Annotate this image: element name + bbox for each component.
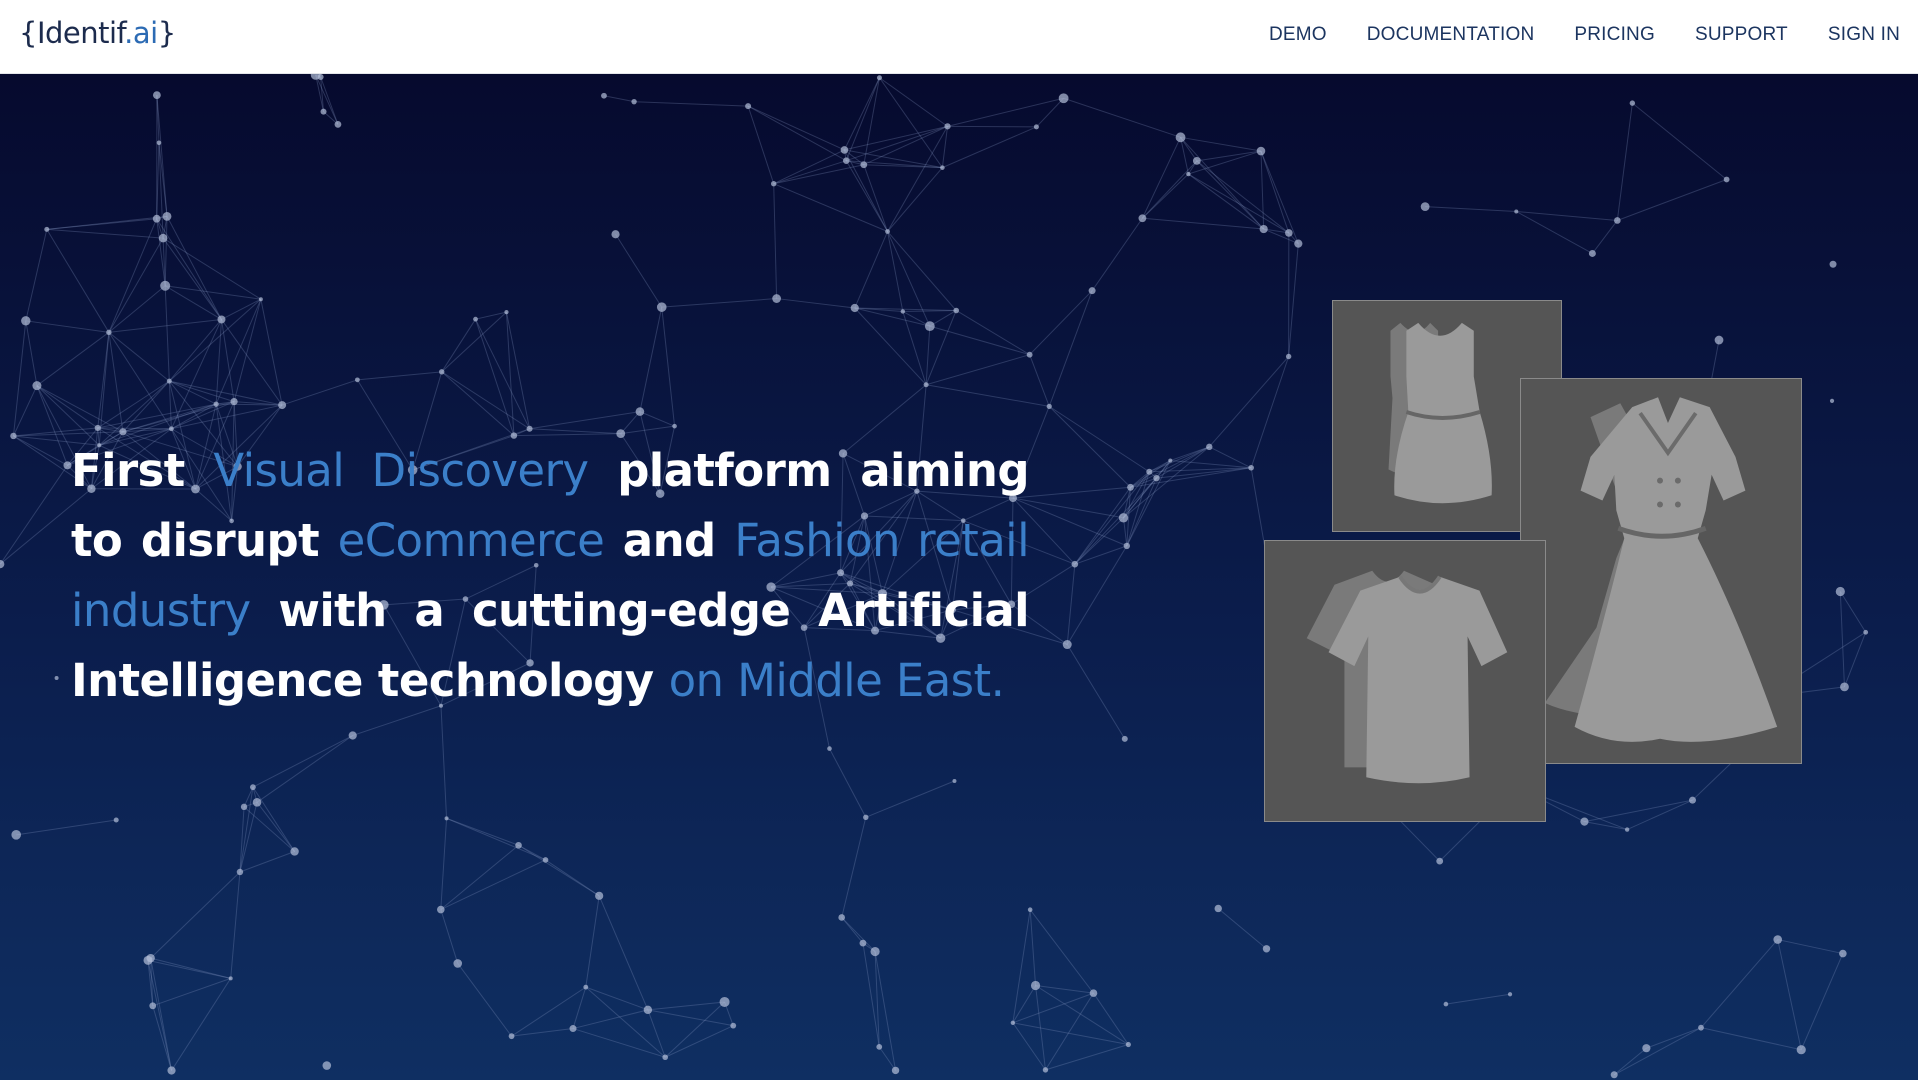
nav-pricing[interactable]: PRICING bbox=[1574, 24, 1655, 46]
brand-logo-part2: .ai bbox=[124, 16, 158, 50]
tagline-text: and bbox=[604, 514, 735, 567]
tshirt-icon bbox=[1306, 570, 1508, 784]
tagline-highlight: eCommerce bbox=[337, 514, 605, 567]
tagline-text: First bbox=[71, 444, 214, 497]
nav-sign-in[interactable]: SIGN IN bbox=[1828, 24, 1900, 46]
tagline-highlight: on Middle East. bbox=[668, 654, 1005, 707]
brand-logo[interactable]: {Identif.ai} bbox=[19, 16, 176, 50]
top-navbar: {Identif.ai} DEMO DOCUMENTATION PRICING … bbox=[0, 0, 1918, 74]
hero-tagline: First Visual Discovery platform aiming t… bbox=[71, 436, 1030, 716]
brand-logo-part1: {Identif bbox=[19, 16, 125, 50]
hero-section: First Visual Discovery platform aiming t… bbox=[0, 74, 1918, 1080]
nav-support[interactable]: SUPPORT bbox=[1695, 24, 1788, 46]
product-image-tshirt[interactable] bbox=[1264, 540, 1546, 822]
nav-demo[interactable]: DEMO bbox=[1269, 24, 1327, 46]
tagline-highlight: Visual Discovery bbox=[213, 444, 589, 497]
brand-logo-part3: } bbox=[157, 16, 176, 50]
nav-documentation[interactable]: DOCUMENTATION bbox=[1367, 24, 1535, 46]
product-image-dress[interactable] bbox=[1520, 378, 1802, 764]
main-nav: DEMO DOCUMENTATION PRICING SUPPORT SIGN … bbox=[1269, 24, 1900, 46]
dress-icon bbox=[1544, 397, 1778, 742]
